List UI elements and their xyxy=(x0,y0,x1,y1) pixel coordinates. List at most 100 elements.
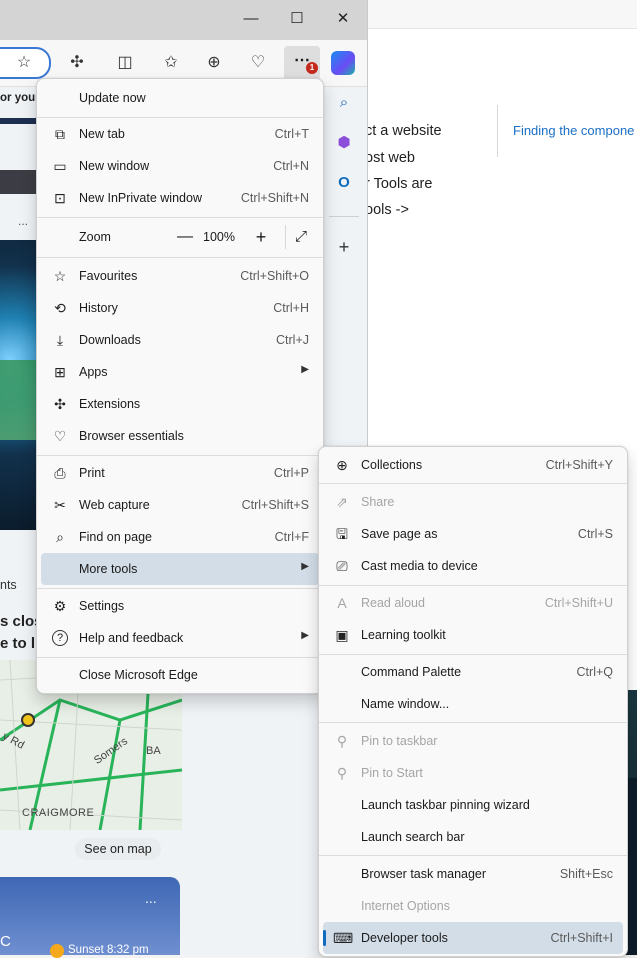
submenu-item-learning-toolkit[interactable]: ▣ Learning toolkit xyxy=(323,619,623,651)
collections-icon: ⊕ xyxy=(336,457,348,473)
menu-item-downloads[interactable]: ⤓ Downloads Ctrl+J xyxy=(41,324,319,356)
submenu-item-shortcut: Ctrl+Q xyxy=(576,665,613,679)
submenu-item-label: Collections xyxy=(361,458,423,472)
submenu-item-label: Learning toolkit xyxy=(361,628,446,642)
gear-icon: ⚙ xyxy=(53,598,67,614)
menu-item-print[interactable]: ⎙ Print Ctrl+P xyxy=(41,457,319,489)
menu-item-new-window[interactable]: ▭ New window Ctrl+N xyxy=(41,150,319,182)
apps-icon: ⊞ xyxy=(54,364,66,380)
menu-item-close-microsoft-edge[interactable]: Close Microsoft Edge xyxy=(41,659,319,691)
menu-item-favourites[interactable]: ☆ Favourites Ctrl+Shift+O xyxy=(41,260,319,292)
add-icon[interactable]: + xyxy=(333,236,355,258)
page-more-dots[interactable]: ... xyxy=(18,214,28,228)
submenu-item-name-window[interactable]: Name window... xyxy=(323,688,623,720)
submenu-item-label: Pin to taskbar xyxy=(361,734,438,748)
submenu-item-collections[interactable]: ⊕ Collections Ctrl+Shift+Y xyxy=(323,449,623,481)
copilot-icon[interactable] xyxy=(331,51,355,75)
menu-item-history[interactable]: ⟲ History Ctrl+H xyxy=(41,292,319,324)
menu-item-new-inprivate-window[interactable]: ⊡ New InPrivate window Ctrl+Shift+N xyxy=(41,182,319,214)
copilot-icon[interactable]: ⬢ xyxy=(333,132,355,154)
menu-item-extensions[interactable]: ✣ Extensions xyxy=(41,388,319,420)
menu-item-label: New window xyxy=(79,159,150,173)
submenu-item-taskbar-pinning-wizard[interactable]: Launch taskbar pinning wizard xyxy=(323,789,623,821)
submenu-item-shortcut: Ctrl+S xyxy=(577,527,613,541)
submenu-item-command-palette[interactable]: Command Palette Ctrl+Q xyxy=(323,656,623,688)
news-image-highlight xyxy=(0,360,40,440)
page-cut-text: or your xyxy=(0,92,40,104)
developer-tools-icon: ⌨ xyxy=(333,930,354,946)
submenu-item-cast-media[interactable]: ⎚ Cast media to device xyxy=(323,550,623,582)
maximize-button[interactable]: ☐ xyxy=(282,8,312,30)
menu-item-find-on-page[interactable]: ⌕ Find on page Ctrl+F xyxy=(41,521,319,553)
extensions-icon: ✣ xyxy=(54,396,66,412)
fullscreen-button[interactable]: ⤢ xyxy=(291,227,311,247)
menu-item-new-tab[interactable]: ⧉ New tab Ctrl+T xyxy=(41,118,319,150)
submenu-item-shortcut: Ctrl+Shift+U xyxy=(544,596,613,610)
menu-item-web-capture[interactable]: ✂ Web capture Ctrl+Shift+S xyxy=(41,489,319,521)
menu-item-zoom: Zoom — 100% + ⤢ xyxy=(41,221,319,253)
menu-item-shortcut: Ctrl+F xyxy=(274,530,309,544)
menu-item-shortcut: Ctrl+H xyxy=(273,301,309,315)
submenu-divider xyxy=(319,654,627,655)
menu-item-label: More tools xyxy=(79,562,138,576)
menu-item-update-now[interactable]: Update now xyxy=(41,82,319,114)
extensions-icon[interactable]: ✣ xyxy=(63,49,91,77)
submenu-item-label: Browser task manager xyxy=(361,867,487,881)
star-icon[interactable]: ☆ xyxy=(10,49,38,77)
submenu-item-developer-tools[interactable]: ⌨ Developer tools Ctrl+Shift+I xyxy=(323,922,623,954)
settings-menu: Update now ⧉ New tab Ctrl+T ▭ New window… xyxy=(36,78,324,694)
menu-item-browser-essentials[interactable]: ♡ Browser essentials xyxy=(41,420,319,452)
submenu-item-pin-to-taskbar[interactable]: ⚲ Pin to taskbar xyxy=(323,725,623,757)
close-button[interactable]: ✕ xyxy=(328,8,358,30)
search-icon[interactable]: ⌕ xyxy=(333,92,355,114)
menu-item-label: History xyxy=(79,301,118,315)
submenu-item-read-aloud[interactable]: A Read aloud Ctrl+Shift+U xyxy=(323,587,623,619)
submenu-item-save-page-as[interactable]: 🖫 Save page as Ctrl+S xyxy=(323,518,623,550)
zoom-out-button[interactable]: — xyxy=(175,227,195,247)
submenu-item-label: Read aloud xyxy=(361,596,425,610)
zoom-in-button[interactable]: + xyxy=(251,227,271,247)
save-icon: 🖫 xyxy=(336,526,348,542)
submenu-item-browser-task-manager[interactable]: Browser task manager Shift+Esc xyxy=(323,858,623,890)
menu-item-label: Close Microsoft Edge xyxy=(79,668,198,682)
submenu-item-label: Launch taskbar pinning wizard xyxy=(361,798,530,812)
favorites-icon[interactable]: ✩ xyxy=(157,49,185,77)
submenu-divider xyxy=(319,483,627,484)
zoom-divider xyxy=(285,225,286,249)
selection-indicator xyxy=(323,930,326,946)
outlook-icon[interactable]: O xyxy=(333,172,355,194)
menu-item-label: Downloads xyxy=(79,333,141,347)
see-on-map-button[interactable]: See on map xyxy=(75,838,161,860)
submenu-item-launch-search-bar[interactable]: Launch search bar xyxy=(323,821,623,853)
menu-item-more-tools[interactable]: More tools ▶ xyxy=(41,553,319,585)
new-window-icon: ▭ xyxy=(53,158,67,174)
chevron-right-icon: ▶ xyxy=(301,364,309,375)
menu-item-label: Update now xyxy=(79,91,146,105)
menu-item-label: Favourites xyxy=(79,269,138,283)
submenu-item-label: Save page as xyxy=(361,527,438,541)
submenu-item-pin-to-start[interactable]: ⚲ Pin to Start xyxy=(323,757,623,789)
submenu-item-share[interactable]: ⇗ Share xyxy=(323,486,623,518)
menu-item-label: Find on page xyxy=(79,530,152,544)
menu-item-shortcut: Ctrl+Shift+S xyxy=(241,498,309,512)
inprivate-icon: ⊡ xyxy=(54,190,66,206)
submenu-divider xyxy=(319,585,627,586)
menu-item-help-and-feedback[interactable]: ? Help and feedback ▶ xyxy=(41,622,319,654)
finding-component-link[interactable]: Finding the compone xyxy=(513,123,634,138)
menu-item-settings[interactable]: ⚙ Settings xyxy=(41,590,319,622)
menu-item-apps[interactable]: ⊞ Apps ▶ xyxy=(41,356,319,388)
page-text-line: ct a website xyxy=(365,123,442,139)
weather-more-button[interactable]: ... xyxy=(145,890,157,906)
submenu-item-shortcut: Ctrl+Shift+I xyxy=(550,931,613,945)
sun-icon xyxy=(50,944,64,958)
menu-item-label: Extensions xyxy=(79,397,141,411)
submenu-item-internet-options[interactable]: Internet Options xyxy=(323,890,623,922)
collections-icon[interactable]: ⊕ xyxy=(200,49,228,77)
menu-item-shortcut: Ctrl+J xyxy=(276,333,309,347)
learning-toolkit-icon: ▣ xyxy=(335,627,349,643)
menu-divider xyxy=(37,588,323,589)
split-screen-icon[interactable]: ◫ xyxy=(111,49,139,77)
submenu-item-label: Name window... xyxy=(361,697,450,711)
browser-essentials-icon[interactable]: ♡ xyxy=(244,49,272,77)
minimize-button[interactable]: — xyxy=(236,8,266,30)
